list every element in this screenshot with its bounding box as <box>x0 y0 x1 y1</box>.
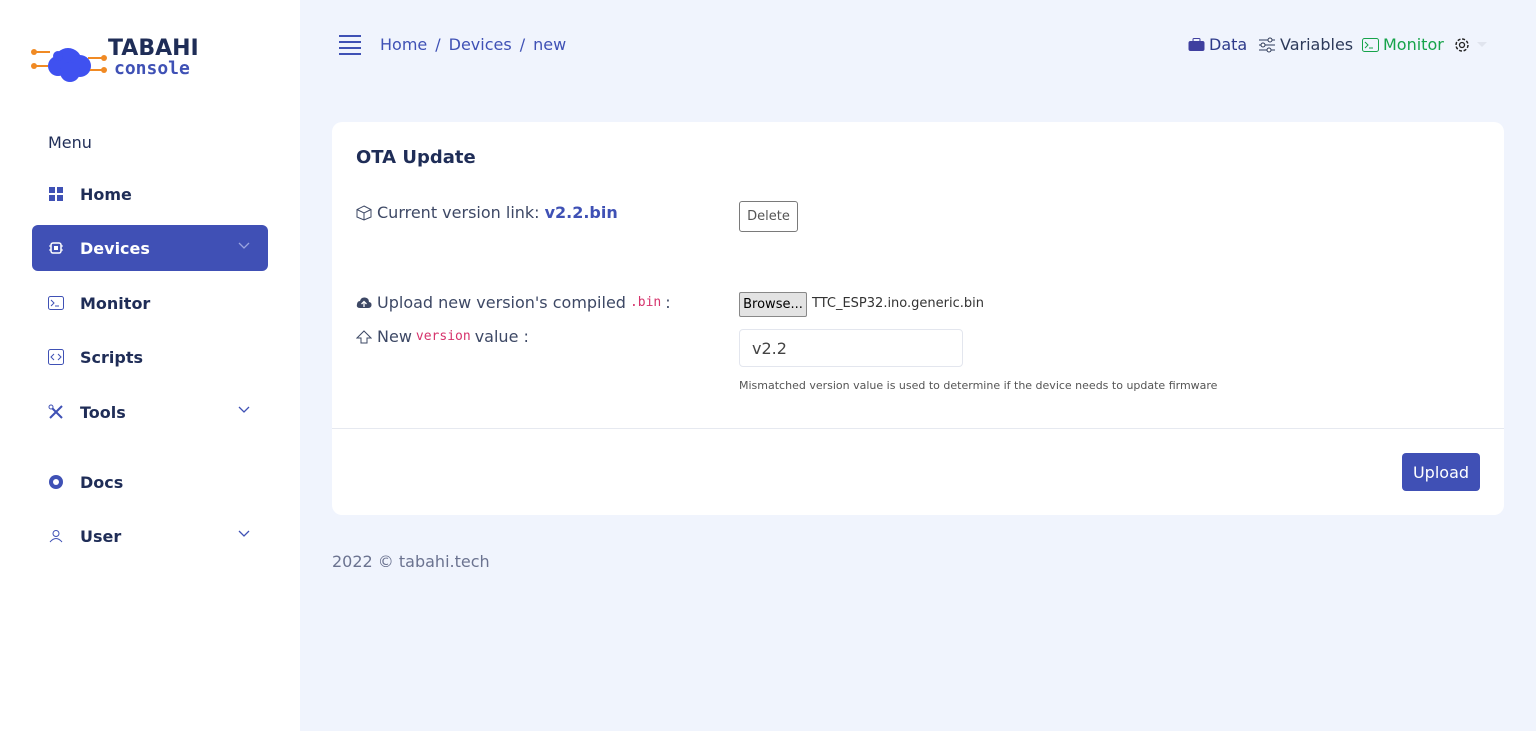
current-version-link[interactable]: v2.2.bin <box>545 203 618 222</box>
settings-dropdown[interactable] <box>1453 36 1487 54</box>
topnav-data-link[interactable]: Data <box>1188 35 1247 54</box>
bin-code: .bin <box>629 295 662 310</box>
selected-file-name: TTC_ESP32.ino.generic.bin <box>812 296 984 311</box>
sidebar-item-label: Docs <box>80 472 124 492</box>
topnav-monitor-label: Monitor <box>1383 35 1444 54</box>
version-label-value: value : <box>474 327 529 346</box>
current-version-row: Current version link: v2.2.bin <box>356 203 618 222</box>
sidebar-item-monitor[interactable]: Monitor <box>32 280 268 326</box>
sidebar: TABAHI console Menu Home Devices Monitor… <box>0 0 300 731</box>
topnav-data-label: Data <box>1209 35 1248 54</box>
card-divider <box>332 428 1504 429</box>
delete-button[interactable]: Delete <box>739 201 798 232</box>
version-label: New <box>377 327 412 346</box>
version-code: version <box>415 329 471 344</box>
menu-title: Menu <box>48 133 92 152</box>
gear-icon <box>1455 38 1469 52</box>
ota-update-card: OTA Update Current version link: v2.2.bi… <box>332 122 1504 515</box>
breadcrumb-current: new <box>533 35 567 54</box>
sidebar-item-label: Scripts <box>80 347 144 367</box>
chevron-down-icon <box>238 242 250 249</box>
menu-toggle-icon[interactable] <box>339 35 361 55</box>
version-row: New version value : <box>356 327 529 346</box>
code-icon <box>48 349 64 365</box>
chevron-down-icon <box>238 530 250 537</box>
current-version-label: Current version link: <box>377 203 540 222</box>
browse-button[interactable]: Browse... <box>739 292 807 317</box>
terminal-icon <box>48 295 64 311</box>
version-input[interactable] <box>739 329 963 367</box>
breadcrumb-home[interactable]: Home <box>380 35 427 54</box>
grid-icon <box>48 186 64 202</box>
terminal-icon <box>1362 37 1379 52</box>
briefcase-icon <box>1188 37 1205 52</box>
chip-icon <box>48 240 64 256</box>
arrow-up-icon <box>356 329 372 344</box>
sidebar-item-home[interactable]: Home <box>32 171 268 217</box>
topnav-monitor-link[interactable]: Monitor <box>1362 35 1444 54</box>
sidebar-item-label: User <box>80 526 122 546</box>
sidebar-item-devices[interactable]: Devices <box>32 225 268 271</box>
breadcrumb: Home / Devices / new <box>380 35 566 54</box>
box-icon <box>356 204 372 221</box>
topnav-variables-label: Variables <box>1280 35 1354 54</box>
sidebar-item-tools[interactable]: Tools <box>32 389 268 435</box>
tools-icon <box>48 404 64 420</box>
user-icon <box>48 528 64 544</box>
sidebar-item-label: Devices <box>80 238 150 258</box>
cloud-upload-icon <box>356 296 372 310</box>
upload-file-row: Upload new version's compiled .bin : <box>356 293 671 312</box>
sidebar-item-label: Monitor <box>80 293 151 313</box>
sidebar-item-docs[interactable]: Docs <box>32 459 268 505</box>
caret-down-icon <box>1477 42 1487 47</box>
logo-subtitle: console <box>114 58 190 79</box>
upload-label: Upload new version's compiled <box>377 293 626 312</box>
card-title: OTA Update <box>356 147 476 168</box>
topnav-variables-link[interactable]: Variables <box>1258 35 1353 54</box>
footer-copyright: 2022 © tabahi.tech <box>332 552 490 571</box>
upload-button[interactable]: Upload <box>1402 453 1480 491</box>
sidebar-item-user[interactable]: User <box>32 513 268 559</box>
sliders-icon <box>1258 37 1276 53</box>
logo[interactable]: TABAHI console <box>30 36 210 84</box>
sidebar-item-scripts[interactable]: Scripts <box>32 334 268 380</box>
sidebar-item-label: Home <box>80 184 132 204</box>
breadcrumb-separator: / <box>519 35 526 54</box>
version-help-text: Mismatched version value is used to dete… <box>739 379 1218 392</box>
upload-label-colon: : <box>665 293 671 312</box>
cloud-logo-icon <box>31 48 107 82</box>
breadcrumb-separator: / <box>435 35 441 54</box>
sidebar-item-label: Tools <box>80 402 126 422</box>
lifebuoy-icon <box>48 474 64 490</box>
chevron-down-icon <box>238 406 250 413</box>
breadcrumb-devices[interactable]: Devices <box>449 35 512 54</box>
